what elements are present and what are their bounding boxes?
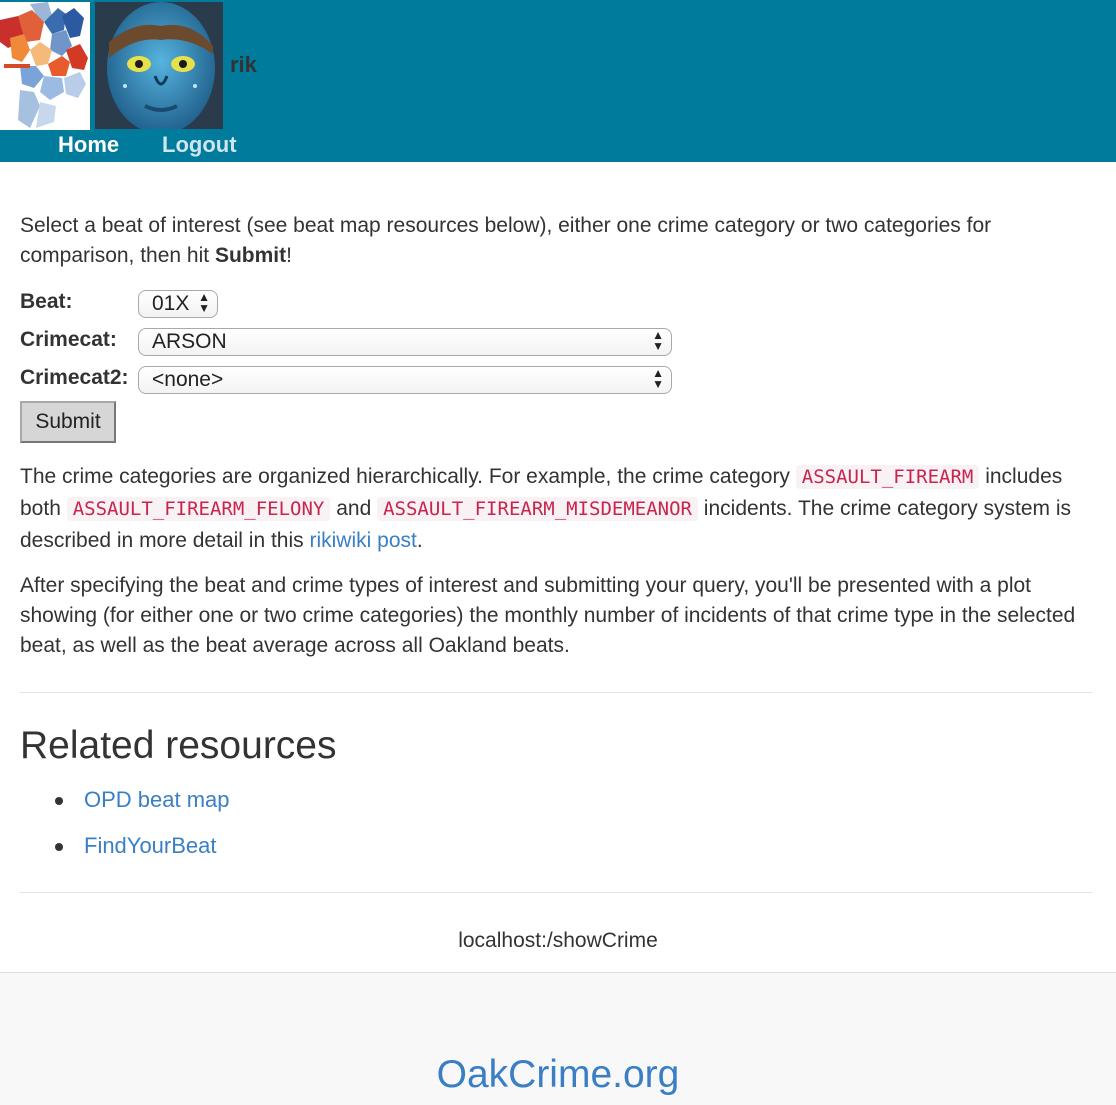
intro-text: Select a beat of interest (see beat map … xyxy=(20,211,1100,271)
intro-exclamation: ! xyxy=(286,244,292,267)
footer: OakCrime.org xyxy=(0,972,1116,1105)
select-arrows-icon: ▲ ▼ xyxy=(652,328,664,353)
user-avatar[interactable] xyxy=(95,2,223,129)
beat-map-logo-icon[interactable] xyxy=(0,2,90,130)
top-header-bar: rik Home Logout xyxy=(0,0,1116,162)
crimecat-label: Crimecat: xyxy=(20,328,117,351)
hierarchy-text: The crime categories are organized hiera… xyxy=(20,461,1100,557)
bullet-icon xyxy=(55,797,63,805)
beat-label: Beat: xyxy=(20,290,73,313)
intro-body: Select a beat of interest (see beat map … xyxy=(20,214,992,267)
divider xyxy=(20,692,1092,693)
related-resources-heading: Related resources xyxy=(20,724,337,767)
username-label: rik xyxy=(230,52,257,77)
footer-site-link[interactable]: OakCrime.org xyxy=(0,1053,1116,1097)
after-submit-text: After specifying the beat and crime type… xyxy=(20,574,1076,657)
hierarchy-text-part: and xyxy=(330,497,378,520)
crimecat-select-value: ARSON xyxy=(152,330,227,353)
crimecat2-select[interactable]: <none> ▲ ▼ xyxy=(138,366,672,394)
hierarchy-text-part: . xyxy=(416,529,423,552)
crimecat-select[interactable]: ARSON ▲ ▼ xyxy=(138,328,672,356)
beat-select[interactable]: 01X ▲ ▼ xyxy=(138,290,218,318)
nav-home-link[interactable]: Home xyxy=(58,132,119,158)
crimecat2-select-value: <none> xyxy=(152,368,224,391)
opd-beat-map-link[interactable]: OPD beat map xyxy=(84,782,230,818)
bullet-icon xyxy=(55,843,63,851)
code-assault-firearm-felony: ASSAULT_FIREARM_FELONY xyxy=(66,497,331,521)
select-arrows-icon: ▲ ▼ xyxy=(652,366,664,391)
beat-select-value: 01X xyxy=(152,292,190,315)
divider xyxy=(20,892,1092,893)
intro-submit-word: Submit xyxy=(214,244,287,267)
select-arrows-icon: ▲ ▼ xyxy=(198,290,210,315)
nav-logout-link[interactable]: Logout xyxy=(162,132,237,158)
rikiwiki-post-link[interactable]: rikiwiki post xyxy=(309,529,416,552)
findyourbeat-link[interactable]: FindYourBeat xyxy=(84,828,217,864)
current-url-text: localhost:/showCrime xyxy=(458,929,658,952)
hierarchy-text-part: The crime categories are organized hiera… xyxy=(20,465,796,488)
submit-button[interactable]: Submit xyxy=(20,401,116,443)
code-assault-firearm: ASSAULT_FIREARM xyxy=(795,465,980,489)
crimecat2-label: Crimecat2: xyxy=(20,366,129,389)
code-assault-firearm-misdemeanor: ASSAULT_FIREARM_MISDEMEANOR xyxy=(377,497,698,521)
